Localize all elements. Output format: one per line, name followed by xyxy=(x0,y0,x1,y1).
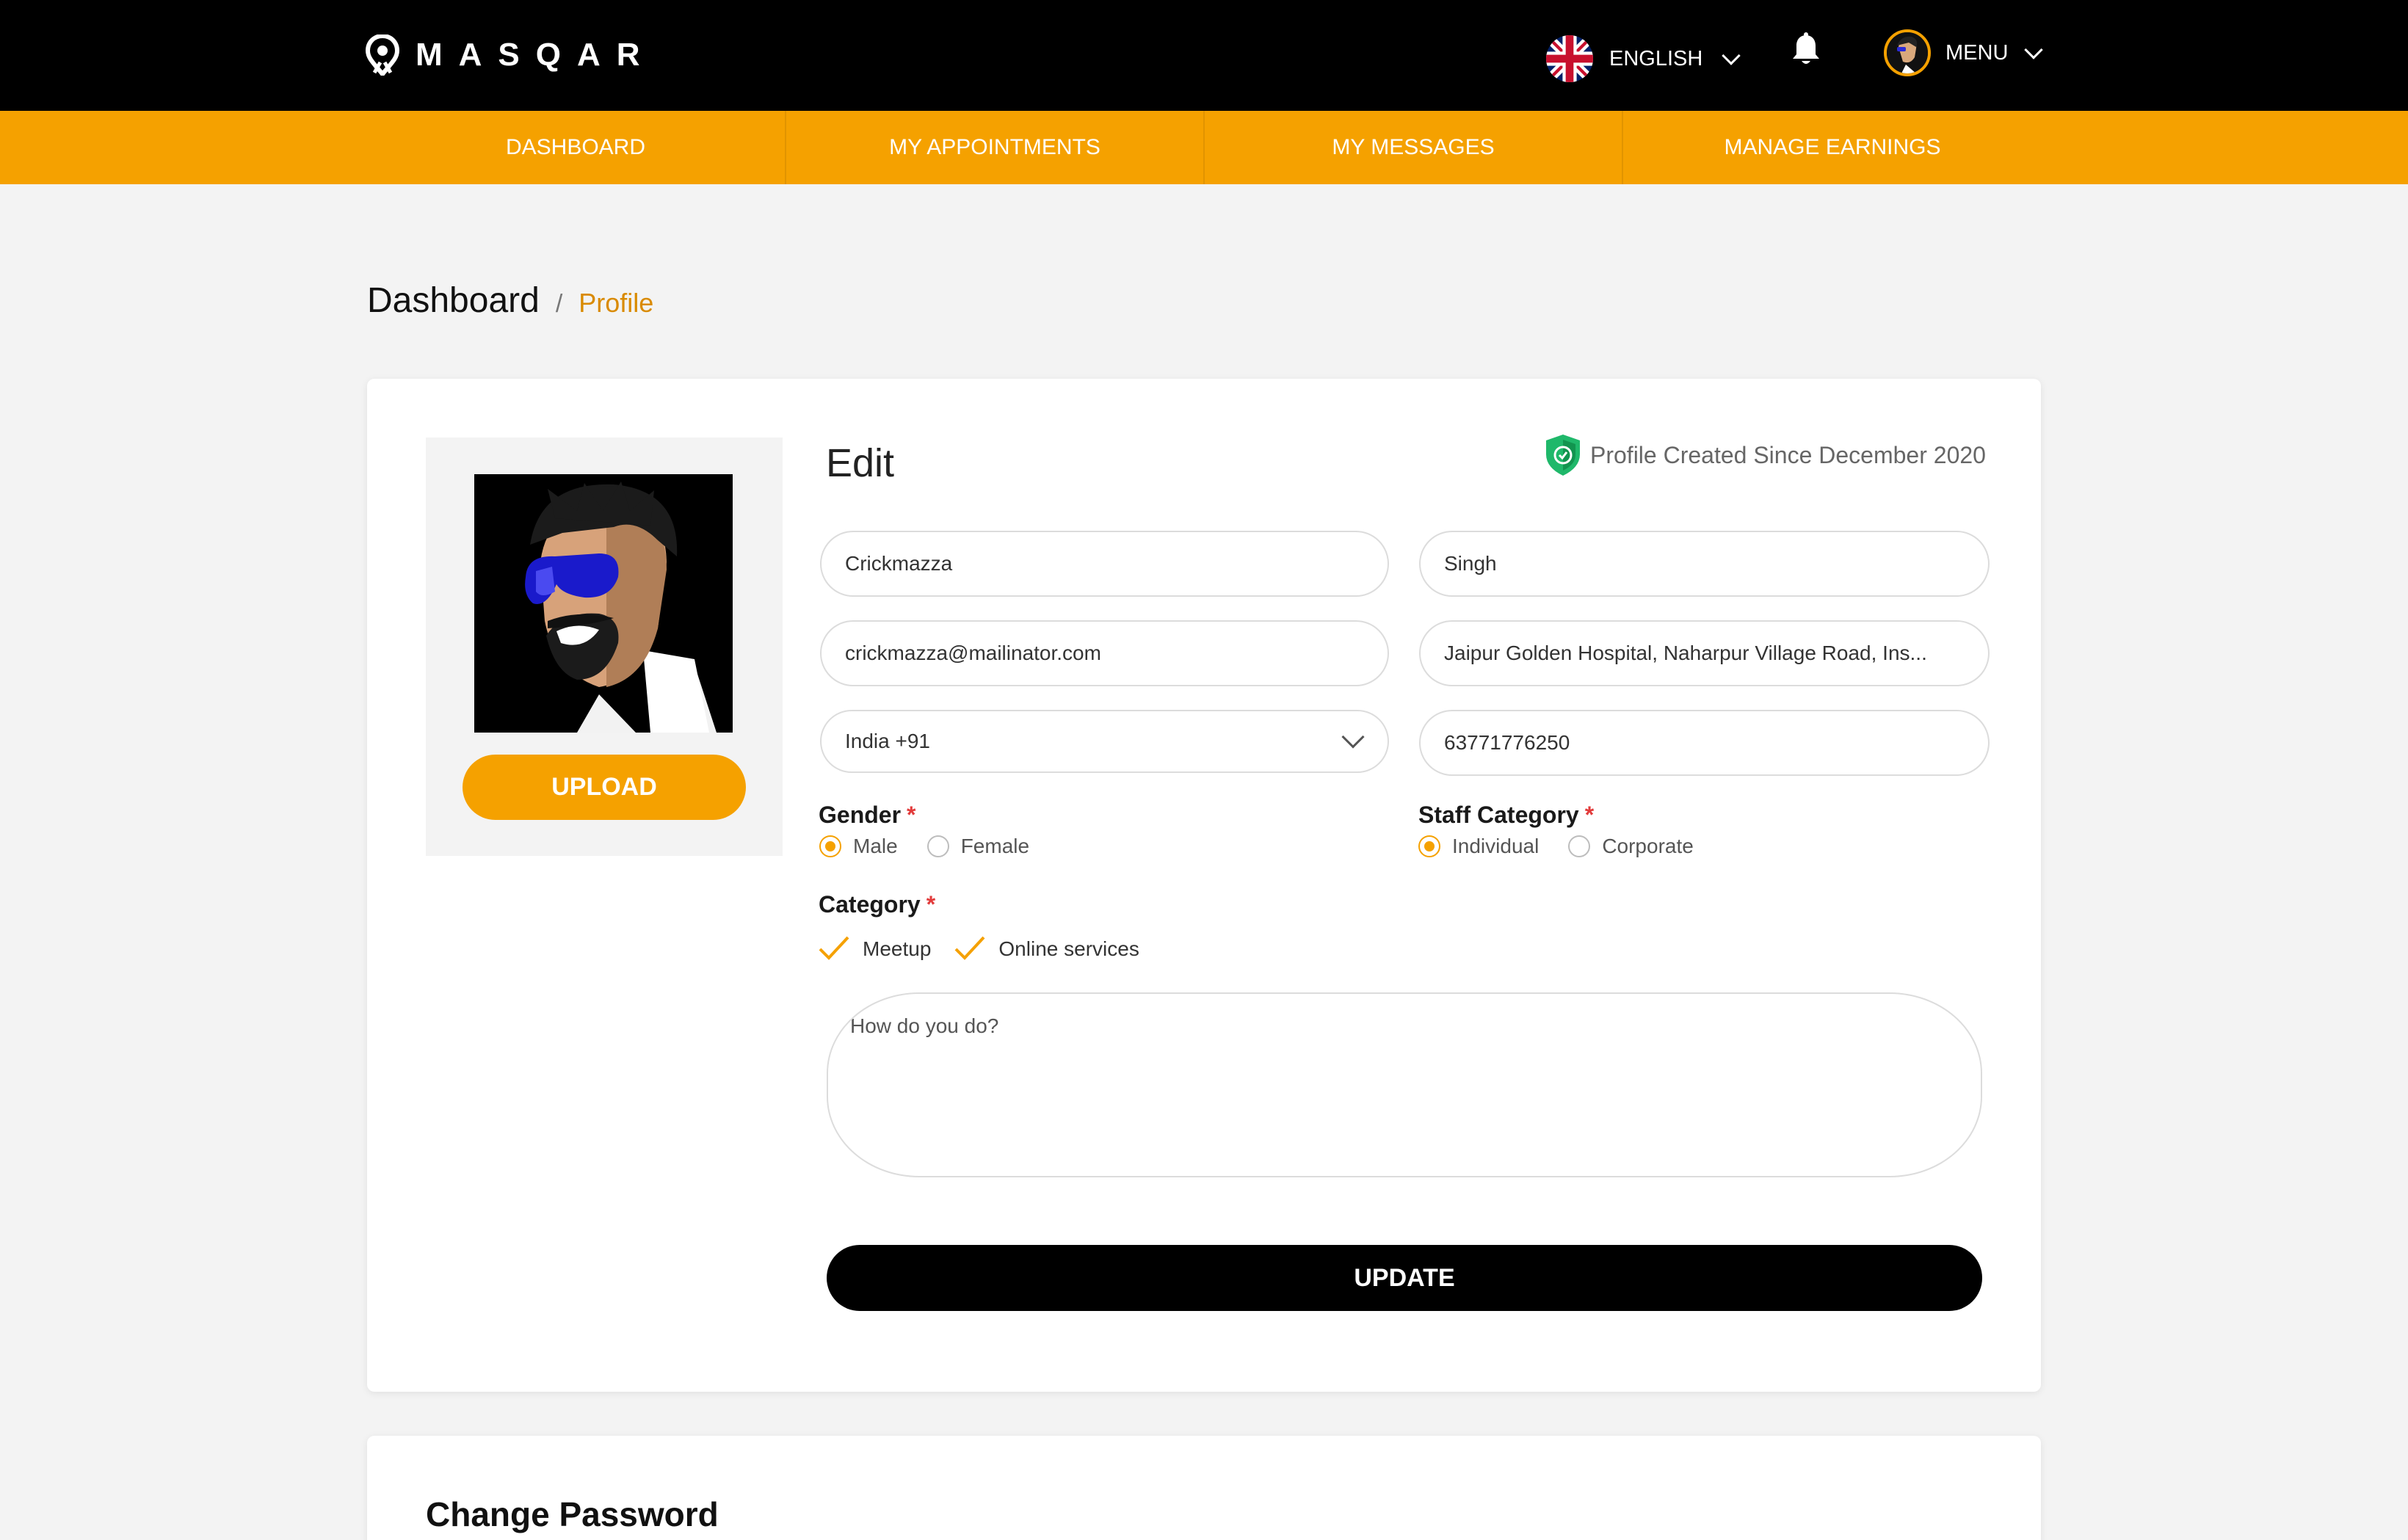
staff-individual-option[interactable]: Individual xyxy=(1418,835,1539,858)
gender-female-label: Female xyxy=(960,835,1030,857)
category-options: Meetup Online services xyxy=(817,934,1161,964)
nav-manage-earnings[interactable]: MANAGE EARNINGS xyxy=(1623,111,2042,184)
category-meetup-option[interactable]: Meetup xyxy=(817,934,931,964)
last-name-input[interactable] xyxy=(1419,531,1990,597)
first-name-input[interactable] xyxy=(820,531,1389,597)
checkmark-icon[interactable] xyxy=(953,934,987,964)
logo[interactable]: MASQAR xyxy=(366,34,656,76)
checkmark-icon[interactable] xyxy=(817,934,851,964)
change-password-title: Change Password xyxy=(426,1495,719,1533)
gender-options: Male Female xyxy=(819,835,1059,858)
chevron-down-icon xyxy=(2024,40,2044,59)
category-online-services-label: Online services xyxy=(998,937,1139,960)
uk-flag-icon xyxy=(1546,35,1593,82)
staff-individual-label: Individual xyxy=(1452,835,1540,857)
location-pin-icon xyxy=(366,34,399,76)
required-marker: * xyxy=(1584,802,1595,828)
menu-label: MENU xyxy=(1945,40,2009,65)
profile-created-text: Profile Created Since December 2020 xyxy=(1590,441,1986,468)
category-label-text: Category xyxy=(819,891,921,918)
verified-shield-icon xyxy=(1546,435,1580,476)
staff-corporate-label: Corporate xyxy=(1602,835,1694,857)
breadcrumb-profile: Profile xyxy=(579,288,654,318)
update-button[interactable]: UPDATE xyxy=(827,1245,1982,1311)
address-input[interactable] xyxy=(1419,620,1990,686)
breadcrumb-separator: / xyxy=(555,290,563,318)
chevron-down-icon xyxy=(1341,725,1365,749)
edit-title: Edit xyxy=(826,441,895,485)
email-input[interactable] xyxy=(820,620,1389,686)
breadcrumb-dashboard[interactable]: Dashboard xyxy=(367,280,540,321)
bio-textarea[interactable]: How do you do? xyxy=(827,992,1982,1177)
gender-label: Gender * xyxy=(819,802,915,829)
radio-button[interactable] xyxy=(1418,835,1440,857)
gender-male-label: Male xyxy=(853,835,898,857)
bell-icon[interactable] xyxy=(1791,32,1821,68)
country-code-value: India +91 xyxy=(845,730,930,752)
nav-dashboard[interactable]: DASHBOARD xyxy=(366,111,785,184)
staff-category-options: Individual Corporate xyxy=(1418,835,1723,858)
nav-my-appointments[interactable]: MY APPOINTMENTS xyxy=(786,111,1203,184)
staff-category-label: Staff Category * xyxy=(1418,802,1594,829)
category-meetup-label: Meetup xyxy=(863,937,932,960)
main-nav: DASHBOARD MY APPOINTMENTS MY MESSAGES MA… xyxy=(0,111,2408,184)
gender-label-text: Gender xyxy=(819,802,902,828)
breadcrumb: Dashboard / Profile xyxy=(367,280,653,321)
nav-my-messages[interactable]: MY MESSAGES xyxy=(1205,111,1622,184)
radio-button[interactable] xyxy=(819,835,841,857)
radio-button[interactable] xyxy=(926,835,949,857)
language-label: ENGLISH xyxy=(1609,46,1703,70)
chevron-down-icon xyxy=(1722,46,1741,65)
upload-button[interactable]: UPLOAD xyxy=(463,755,746,820)
gender-male-option[interactable]: Male xyxy=(819,835,898,858)
radio-button[interactable] xyxy=(1568,835,1591,857)
language-selector[interactable]: ENGLISH xyxy=(1546,35,1741,82)
logo-text: MASQAR xyxy=(416,37,656,73)
staff-category-label-text: Staff Category xyxy=(1418,802,1579,828)
required-marker: * xyxy=(926,891,936,918)
category-label: Category * xyxy=(819,891,935,918)
user-menu[interactable]: MENU xyxy=(1884,28,2044,78)
profile-created-since: Profile Created Since December 2020 xyxy=(1542,433,1986,477)
avatar xyxy=(1884,29,1931,76)
country-code-select[interactable]: India +91 xyxy=(820,710,1389,773)
required-marker: * xyxy=(907,802,916,828)
top-bar: MASQAR ENGLISH MENU xyxy=(0,0,2408,111)
category-online-services-option[interactable]: Online services xyxy=(953,934,1139,964)
gender-female-option[interactable]: Female xyxy=(926,835,1030,858)
staff-corporate-option[interactable]: Corporate xyxy=(1568,835,1694,858)
profile-photo xyxy=(474,474,733,733)
phone-input[interactable] xyxy=(1419,710,1990,776)
